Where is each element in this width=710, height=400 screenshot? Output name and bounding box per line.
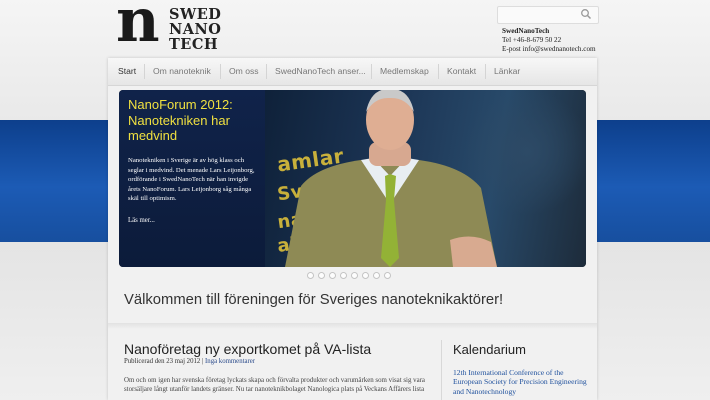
slider-dot[interactable]: [340, 272, 347, 279]
read-more-link[interactable]: Läs mer...: [128, 217, 155, 224]
contact-info: SwedNanoTech Tel +46-8-679 50 22 E-post …: [502, 27, 612, 53]
section-divider: [108, 323, 597, 329]
slider-dot[interactable]: [329, 272, 336, 279]
nav-separator: [371, 64, 372, 79]
nav-separator: [438, 64, 439, 79]
logo-line: TECH: [169, 36, 219, 53]
slider-dot[interactable]: [362, 272, 369, 279]
search-input[interactable]: [497, 6, 599, 24]
article-title[interactable]: Nanoföretag ny exportkomet på VA-lista: [124, 341, 371, 357]
site-logo[interactable]: n SWED NANO TECH: [116, 0, 234, 56]
nav-separator: [220, 64, 221, 79]
nav-item-lankar[interactable]: Länkar: [494, 58, 520, 85]
contact-name: SwedNanoTech: [502, 27, 550, 35]
article-meta: Publicerad den 23 maj 2012 | Inga kommen…: [124, 358, 255, 365]
slide-photo: amlar Sveriges nanoteknik aktörer!: [257, 90, 586, 267]
main-container: Start Om nanoteknik Om oss SwedNanoTech …: [108, 58, 597, 400]
contact-phone: Tel +46-8-679 50 22: [502, 35, 562, 44]
calendar-heading: Kalendarium: [453, 342, 526, 357]
nav-item-om-nanoteknik[interactable]: Om nanoteknik: [153, 58, 211, 85]
featured-slider[interactable]: amlar Sveriges nanoteknik aktörer! NanoF…: [119, 90, 586, 267]
logo-letter: n: [116, 0, 160, 56]
column-divider: [441, 340, 442, 400]
article-excerpt: Om och om igen har svenska företag lycka…: [124, 377, 425, 394]
nav-separator: [144, 64, 145, 79]
nav-item-swednanotech-anser[interactable]: SwedNanoTech anser...: [275, 58, 366, 85]
logo-line: SWED: [169, 6, 222, 23]
slide-caption-panel: NanoForum 2012: Nanotekniken har medvind…: [119, 90, 265, 267]
main-nav: Start Om nanoteknik Om oss SwedNanoTech …: [108, 58, 597, 86]
speaker-figure: [285, 90, 497, 267]
calendar-event-link[interactable]: 12th International Conference of the Eur…: [453, 368, 589, 396]
nav-separator: [485, 64, 486, 79]
comments-link[interactable]: Inga kommentarer: [205, 358, 255, 365]
nav-separator: [266, 64, 267, 79]
slider-dot[interactable]: [318, 272, 325, 279]
nav-item-medlemskap[interactable]: Medlemskap: [380, 58, 429, 85]
contact-email[interactable]: E-post info@swednanotech.com: [502, 45, 612, 54]
logo-line: NANO: [169, 21, 222, 38]
slide-title[interactable]: NanoForum 2012: Nanotekniken har medvind: [128, 97, 263, 144]
slider-dot[interactable]: [373, 272, 380, 279]
nav-item-kontakt[interactable]: Kontakt: [447, 58, 476, 85]
nav-item-om-oss[interactable]: Om oss: [229, 58, 259, 85]
welcome-heading: Välkommen till föreningen för Sveriges n…: [124, 292, 504, 308]
slide-text: Nanotekniken i Sverige är av hög klass o…: [128, 157, 255, 203]
slider-dot[interactable]: [307, 272, 314, 279]
slider-dot[interactable]: [351, 272, 358, 279]
nav-item-start[interactable]: Start: [118, 58, 136, 85]
search-icon[interactable]: [580, 8, 592, 20]
slider-dot[interactable]: [384, 272, 391, 279]
logo-wordmark: SWED NANO TECH: [169, 7, 221, 52]
slider-pagination: [307, 272, 397, 280]
article-date: Publicerad den 23 maj 2012 |: [124, 358, 204, 365]
